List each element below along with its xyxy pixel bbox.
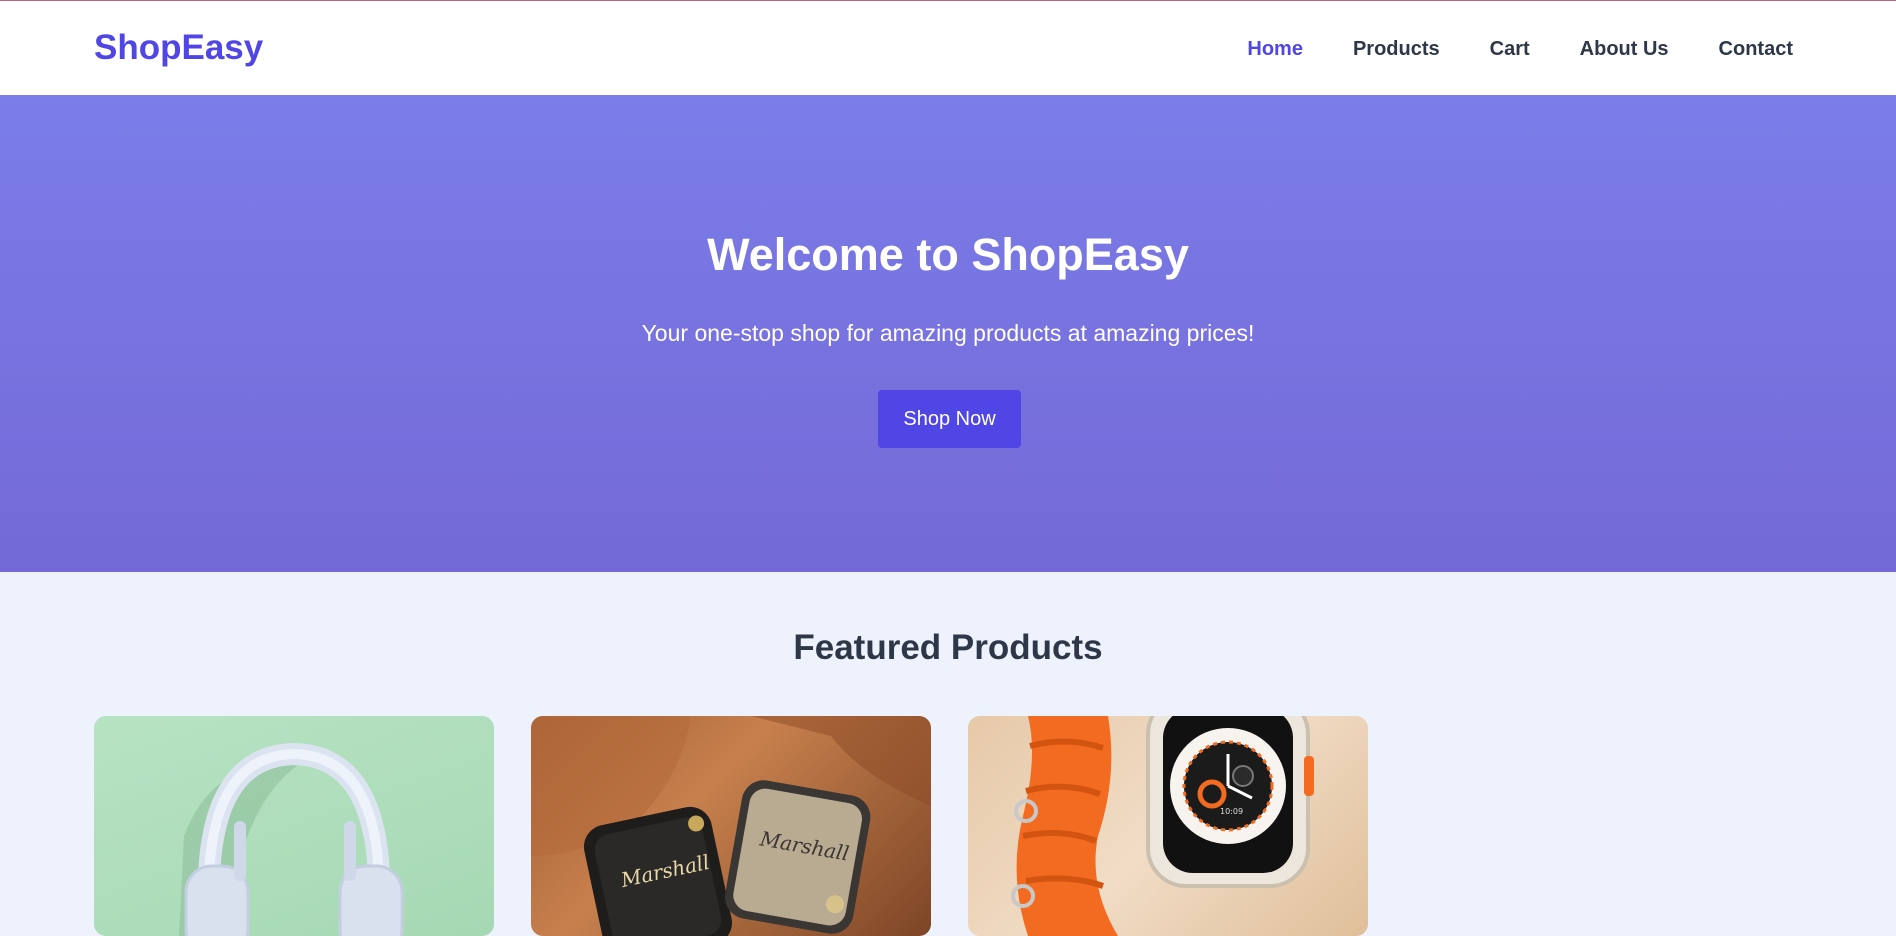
product-card-headphones[interactable] — [94, 716, 494, 936]
nav-link-cart[interactable]: Cart — [1490, 38, 1530, 61]
nav-link-home[interactable]: Home — [1247, 38, 1303, 61]
headphones-image — [94, 716, 494, 936]
nav-link-about-us[interactable]: About Us — [1580, 38, 1669, 61]
shop-now-button[interactable]: Shop Now — [878, 390, 1021, 448]
site-header: ShopEasy Home Products Cart About Us Con… — [0, 1, 1896, 95]
product-card-smartwatch[interactable]: 10:09 — [968, 716, 1368, 936]
hero-subtitle: Your one-stop shop for amazing products … — [641, 320, 1255, 346]
hero-banner: Welcome to ShopEasy Your one-stop shop f… — [0, 95, 1896, 572]
smartwatch-image: 10:09 — [968, 716, 1368, 936]
hero-title: Welcome to ShopEasy — [707, 229, 1189, 280]
site-logo[interactable]: ShopEasy — [94, 28, 263, 68]
main-nav: Home Products Cart About Us Contact — [1247, 38, 1793, 61]
speakers-image: Marshall Marshall — [531, 716, 931, 936]
product-card-speakers[interactable]: Marshall Marshall — [531, 716, 931, 936]
svg-text:10:09: 10:09 — [1220, 807, 1243, 816]
nav-link-contact[interactable]: Contact — [1719, 38, 1793, 61]
featured-products-heading: Featured Products — [793, 628, 1103, 667]
nav-link-products[interactable]: Products — [1353, 38, 1440, 61]
